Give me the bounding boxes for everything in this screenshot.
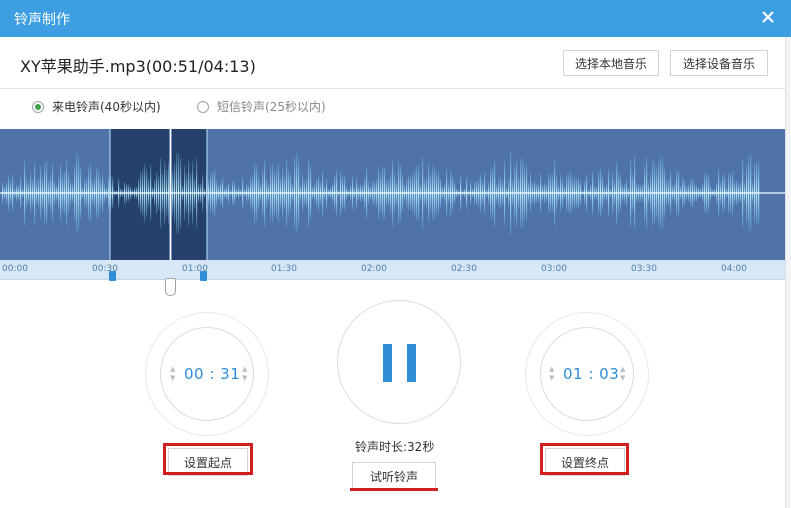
ringtype-sms-radio[interactable]: 短信铃声(25秒以内) (197, 98, 326, 115)
start-marker-handle[interactable] (109, 271, 116, 281)
radio-unselected-icon (197, 100, 209, 113)
title-bar: 铃声制作 (0, 0, 791, 37)
start-time-stepper-left[interactable]: ▲ ▼ (170, 366, 178, 382)
preview-ringtone-button[interactable]: 试听铃声 (352, 462, 436, 490)
end-time-stepper-left[interactable]: ▲ ▼ (549, 366, 557, 382)
file-header: XY苹果助手.mp3(00:51/04:13) 选择本地音乐 选择设备音乐 (0, 37, 791, 89)
end-time-stepper-right[interactable]: ▲ ▼ (620, 366, 628, 382)
radio-selected-icon (32, 100, 44, 113)
pause-icon (383, 344, 392, 382)
timeline-ruler[interactable]: 00:00 00:30 01:00 01:30 02:00 02:30 03:0… (0, 260, 791, 280)
selection-region (172, 129, 207, 260)
ringtype-call-label: 来电铃声(40秒以内) (52, 100, 161, 114)
pause-icon (407, 344, 416, 382)
choose-device-music-button[interactable]: 选择设备音乐 (670, 50, 768, 76)
timeline-tick: 01:30 (271, 264, 297, 274)
timeline-tick: 03:00 (541, 264, 567, 274)
end-marker-handle[interactable] (200, 271, 207, 281)
window-title: 铃声制作 (14, 12, 70, 28)
ringtype-sms-label: 短信铃声(25秒以内) (217, 100, 326, 114)
timeline-tick: 02:00 (361, 264, 387, 274)
ringtype-call-radio[interactable]: 来电铃声(40秒以内) (32, 98, 161, 115)
timeline-tick: 02:30 (451, 264, 477, 274)
playhead-handle[interactable] (165, 278, 176, 296)
window-edge (785, 37, 791, 508)
file-title: XY苹果助手.mp3(00:51/04:13) (20, 57, 256, 76)
timeline-tick: 00:00 (2, 264, 28, 274)
waveform-area[interactable] (0, 129, 791, 260)
highlight-frame (163, 443, 253, 475)
close-icon[interactable] (757, 6, 779, 28)
highlight-underline (350, 488, 438, 491)
highlight-frame (540, 443, 629, 475)
play-pause-button[interactable] (337, 300, 461, 424)
timeline-tick: 03:30 (631, 264, 657, 274)
choose-local-music-button[interactable]: 选择本地音乐 (563, 50, 659, 76)
end-time-value[interactable]: 01 : 03 (563, 365, 619, 383)
start-time-stepper-right[interactable]: ▲ ▼ (242, 366, 250, 382)
start-time-value[interactable]: 00 : 31 (184, 365, 240, 383)
timeline-tick: 04:00 (721, 264, 747, 274)
waveform-graph (0, 129, 791, 260)
ringtone-duration: 铃声时长:32秒 (355, 440, 435, 454)
